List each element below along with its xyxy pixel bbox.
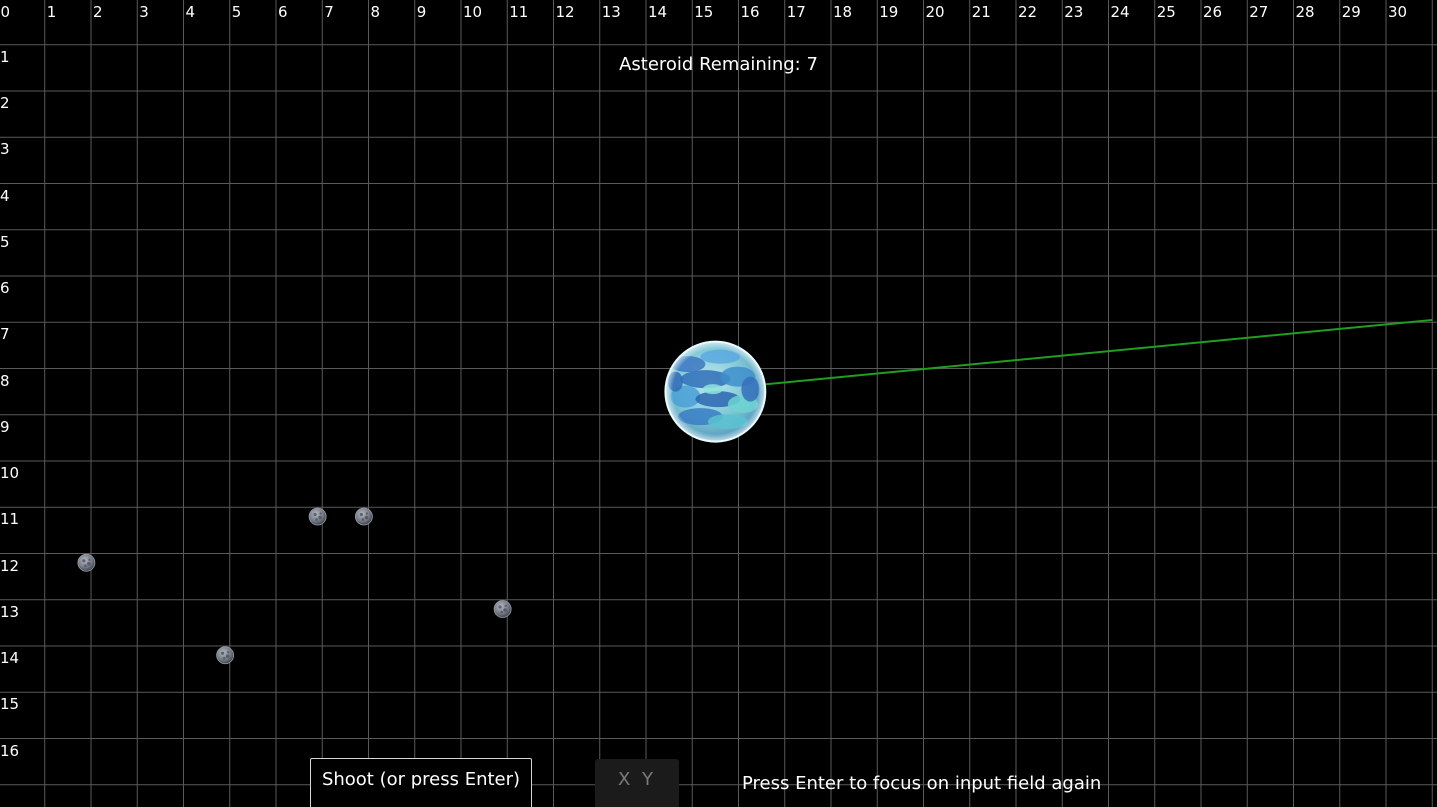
y-axis-label: 15 bbox=[0, 695, 20, 714]
y-axis-label: 9 bbox=[0, 417, 10, 436]
asteroid-counter: Asteroid Remaining: 7 bbox=[619, 54, 818, 75]
y-axis-label: 6 bbox=[0, 279, 10, 297]
x-axis-label: 2 bbox=[93, 3, 103, 21]
x-axis-label: 7 bbox=[324, 3, 334, 21]
game-stage: 0 1 2 3 4 5 6 7 8 9 10 11 12 13 14 15 16 17 18 19 20 21 22 23 24… bbox=[0, 0, 1437, 807]
x-axis-label: 8 bbox=[370, 3, 381, 21]
y-axis-label: 4 bbox=[0, 186, 10, 205]
x-axis-label: 30 bbox=[1388, 3, 1408, 21]
y-axis-label: 14 bbox=[0, 649, 20, 667]
x-axis-label: 16 bbox=[740, 3, 760, 21]
x-axis-label: 19 bbox=[879, 3, 899, 21]
x-axis-label: 18 bbox=[833, 3, 853, 21]
y-axis-label: 5 bbox=[0, 232, 10, 251]
x-axis-label: 5 bbox=[231, 3, 242, 21]
x-axis-label: 28 bbox=[1295, 3, 1315, 21]
x-axis-label: 12 bbox=[555, 3, 575, 21]
asteroid-icon bbox=[493, 600, 512, 618]
x-axis-label: 17 bbox=[786, 3, 806, 21]
laser-beam bbox=[761, 318, 1433, 386]
x-axis-label: 13 bbox=[601, 3, 621, 21]
x-axis-label: 1 bbox=[46, 3, 57, 21]
x-axis-label: 27 bbox=[1249, 3, 1269, 21]
y-axis-label: 3 bbox=[0, 140, 10, 159]
y-axis-label: 10 bbox=[0, 464, 20, 482]
x-axis-label: 9 bbox=[416, 3, 427, 21]
coordinate-input[interactable] bbox=[595, 759, 679, 807]
x-axis-label: 10 bbox=[463, 3, 483, 21]
x-axis-label: 23 bbox=[1064, 3, 1084, 21]
asteroid-icon bbox=[216, 646, 235, 665]
x-axis-label: 14 bbox=[648, 3, 668, 21]
asteroid-icon bbox=[77, 553, 96, 572]
x-axis-label: 22 bbox=[1018, 3, 1038, 21]
shoot-button[interactable]: Shoot (or press Enter) bbox=[310, 758, 532, 807]
x-axis-label: 3 bbox=[139, 3, 149, 21]
x-axis-label: 29 bbox=[1341, 3, 1361, 21]
x-axis-label: 25 bbox=[1156, 3, 1176, 21]
x-axis-label: 24 bbox=[1110, 3, 1130, 21]
y-axis-label: 13 bbox=[0, 602, 20, 621]
planet-icon bbox=[664, 340, 767, 443]
grid-canvas bbox=[0, 0, 1437, 807]
x-axis-label: 6 bbox=[278, 3, 288, 21]
x-axis-label: 11 bbox=[509, 3, 529, 21]
asteroid-layer bbox=[77, 507, 512, 665]
x-axis-label: 26 bbox=[1203, 3, 1223, 21]
y-axis-label: 8 bbox=[0, 371, 10, 390]
asteroid-icon bbox=[308, 507, 327, 526]
y-axis-label: 7 bbox=[0, 325, 10, 344]
x-axis-label: 21 bbox=[971, 3, 991, 21]
x-axis-label: 4 bbox=[185, 3, 196, 21]
y-axis-label: 16 bbox=[0, 741, 20, 760]
hint-text: Press Enter to focus on input field agai… bbox=[742, 773, 1102, 794]
y-axis-label: 12 bbox=[0, 556, 20, 575]
x-axis-label: 15 bbox=[694, 3, 714, 21]
planet-rim bbox=[664, 340, 767, 443]
y-axis-label: 2 bbox=[0, 94, 10, 112]
x-axis-label: 20 bbox=[925, 3, 945, 21]
y-axis-label: 11 bbox=[0, 510, 20, 529]
asteroid-icon bbox=[354, 507, 373, 526]
x-axis-label: 0 bbox=[0, 3, 11, 21]
